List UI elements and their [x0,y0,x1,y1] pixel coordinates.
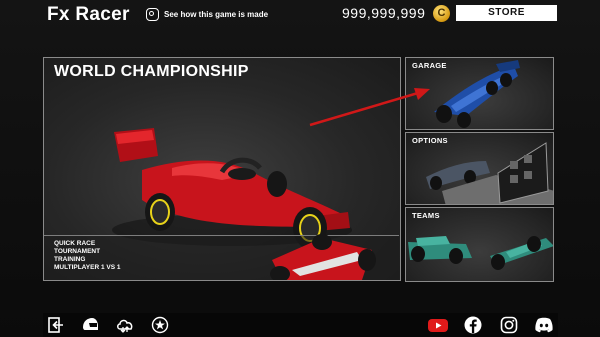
how-made-label: See how this game is made [164,9,269,19]
cloud-sync-icon[interactable] [116,316,134,334]
exit-icon[interactable] [47,316,65,334]
blue-car-image [434,60,520,128]
app-title: Fx Racer [47,4,130,25]
camera-icon [146,7,159,21]
discord-icon[interactable] [534,316,554,334]
instagram-icon[interactable] [500,316,518,334]
top-bar: Fx Racer See how this game is made 999,9… [0,0,600,30]
garage-panel[interactable]: GARAGE [405,57,554,130]
facebook-icon[interactable] [464,316,482,334]
world-championship-panel[interactable]: WORLD CHAMPIONSHIP QUICK RACE TOURNAMENT… [43,57,401,281]
menu-item-training[interactable]: TRAINING [54,256,120,264]
mode-menu: QUICK RACE TOURNAMENT TRAINING MULTIPLAY… [54,240,120,272]
store-button[interactable]: STORE [456,5,557,21]
menu-item-tournament[interactable]: TOURNAMENT [54,248,120,256]
bottom-bar [43,313,558,337]
options-laptop-image [426,142,553,204]
youtube-icon[interactable] [427,316,449,334]
teams-panel[interactable]: TEAMS [405,207,554,282]
how-made-link[interactable]: See how this game is made [146,6,268,22]
coin-icon: C [433,5,450,22]
red-car-front-image [270,234,376,280]
helmet-icon[interactable] [81,316,99,334]
teal-cars-image [408,236,553,270]
menu-item-quick-race[interactable]: QUICK RACE [54,240,120,248]
options-panel[interactable]: OPTIONS [405,132,554,205]
coin-balance: 999,999,999 [342,5,426,21]
world-championship-title: WORLD CHAMPIONSHIP [54,63,249,80]
menu-item-multiplayer[interactable]: MULTIPLAYER 1 VS 1 [54,264,120,272]
achievements-icon[interactable] [151,316,169,334]
